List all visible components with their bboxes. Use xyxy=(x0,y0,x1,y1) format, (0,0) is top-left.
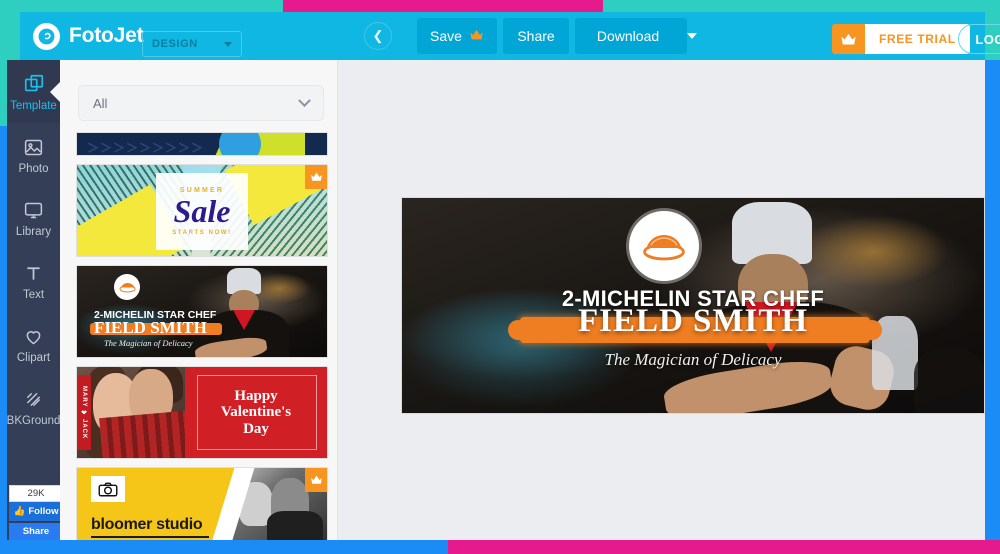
monitor-icon xyxy=(23,197,44,223)
premium-badge xyxy=(305,165,327,189)
facebook-follow-button[interactable]: 👍 Follow xyxy=(9,502,63,521)
sidebar-item-library[interactable]: Library xyxy=(7,186,60,249)
template-thumbnail-summer-sale[interactable]: SUMMER Sale STARTS NOW! xyxy=(76,164,328,257)
template-thumbnail-valentines[interactable]: Happy Valentine's Day MARY ❤ JACK xyxy=(76,366,328,459)
share-button[interactable]: Share xyxy=(503,18,569,54)
page-band-bottom-pink xyxy=(448,540,1000,554)
thumb-red-panel: Happy Valentine's Day xyxy=(185,367,327,458)
facebook-share-button[interactable]: Share xyxy=(9,523,63,540)
design-selector[interactable]: DESIGN xyxy=(142,31,242,57)
thumb-subtitle: The Magician of Delicacy xyxy=(104,338,193,348)
sidebar-item-label: Clipart xyxy=(16,352,51,364)
template-list[interactable]: ＞＞＞＞＞＞＞＞＞ SUMMER Sale STARTS NOW! 2-MICH… xyxy=(76,132,328,540)
workspace[interactable]: 2-MICHELIN STAR CHEF FIELD SMITH The Mag… xyxy=(338,60,985,540)
free-trial-label: FREE TRIAL xyxy=(865,24,970,54)
thumb-name: FIELD SMITH xyxy=(94,318,207,337)
crown-icon xyxy=(469,28,484,44)
template-panel: All ＞＞＞＞＞＞＞＞＞ SUMMER Sale STARTS NOW! 2-… xyxy=(60,60,338,540)
facebook-like-count: 29K xyxy=(9,485,63,502)
save-button-label: Save xyxy=(430,28,462,44)
template-category-value: All xyxy=(93,95,108,111)
canvas-chef-name[interactable]: FIELD SMITH xyxy=(402,303,984,340)
caret-down-icon xyxy=(224,41,232,47)
login-button[interactable]: LOGIN xyxy=(958,24,1000,54)
thumbs-up-icon: 👍 xyxy=(13,506,26,517)
thumb-sushi-logo xyxy=(114,274,140,300)
chevron-left-circle-icon: ❮ xyxy=(372,28,384,43)
sidebar-item-label: Photo xyxy=(18,163,49,175)
canvas-subtitle-text: The Magician of Delicacy xyxy=(604,350,782,369)
thumb-dark-edge xyxy=(305,133,327,155)
template-category-filter[interactable]: All xyxy=(78,85,324,121)
facebook-widget: 29K 👍 Follow Share xyxy=(9,485,63,540)
canvas-subtitle[interactable]: The Magician of Delicacy xyxy=(402,350,984,370)
design-canvas[interactable]: 2-MICHELIN STAR CHEF FIELD SMITH The Mag… xyxy=(402,198,984,413)
facebook-share-label: Share xyxy=(22,526,50,537)
thumb-chevron-row: ＞＞＞＞＞＞＞＞＞ xyxy=(87,141,205,155)
thumb-couple-photo xyxy=(77,367,185,458)
download-button-label: Download xyxy=(596,28,660,44)
page-band-right-blue xyxy=(985,60,1000,540)
premium-badge xyxy=(305,468,327,492)
thumb-text-card: SUMMER Sale STARTS NOW! xyxy=(156,173,248,250)
app-root: FotoJet DESIGN ❮ Save Share Download FRE… xyxy=(0,0,1000,554)
caret-down-icon xyxy=(687,33,698,39)
thumb-studio-name: bloomer studio xyxy=(91,516,203,533)
sidebar-item-label: Library xyxy=(15,226,52,238)
camera-icon xyxy=(91,476,125,502)
app-header: FotoJet DESIGN ❮ Save Share Download FRE… xyxy=(20,12,1000,60)
sushi-icon xyxy=(643,235,685,261)
save-button[interactable]: Save xyxy=(417,18,497,54)
thumb-title: Happy Valentine's Day xyxy=(220,387,292,437)
template-thumbnail-navy-chevron[interactable]: ＞＞＞＞＞＞＞＞＞ xyxy=(76,132,328,156)
thumb-divider xyxy=(91,536,209,538)
page-band-top-pink xyxy=(283,0,603,12)
sidebar-item-clipart[interactable]: Clipart xyxy=(7,312,60,375)
hatch-pattern-icon xyxy=(23,386,44,412)
thumb-name-right: JACK xyxy=(81,419,87,440)
download-dropdown-toggle[interactable] xyxy=(687,33,698,39)
sidebar-item-bkground[interactable]: BKGround xyxy=(7,375,60,438)
template-thumbnail-bloomer-studio[interactable]: bloomer studio CAPTURING GREAT MEMORIES … xyxy=(76,467,328,540)
heart-icon: ❤ xyxy=(81,410,87,418)
template-thumbnail-michelin-chef[interactable]: 2-MICHELIN STAR CHEF FIELD SMITH The Mag… xyxy=(76,265,328,358)
sidebar-item-text[interactable]: Text xyxy=(7,249,60,312)
image-icon xyxy=(23,134,44,160)
sidebar-item-template[interactable]: Template xyxy=(7,60,61,123)
download-button[interactable]: Download xyxy=(575,18,698,54)
canvas-sushi-logo[interactable] xyxy=(629,211,699,281)
layers-icon xyxy=(23,71,45,97)
sidebar-item-label: Text xyxy=(22,289,45,301)
fotojet-swirl-icon xyxy=(33,22,60,50)
thumb-title: Sale xyxy=(173,193,231,229)
back-button[interactable]: ❮ xyxy=(364,22,392,50)
free-trial-button[interactable]: FREE TRIAL xyxy=(832,24,970,54)
design-selector-label: DESIGN xyxy=(152,38,198,50)
heart-icon xyxy=(23,323,44,349)
sidebar-item-photo[interactable]: Photo xyxy=(7,123,60,186)
thumb-name-strip: MARY ❤ JACK xyxy=(77,375,91,450)
text-t-icon xyxy=(23,260,44,286)
sidebar-item-label: BKGround xyxy=(6,415,61,427)
thumb-name-left: MARY xyxy=(81,385,87,408)
sidebar-rail: Template Photo Library Text Clipart BKGr… xyxy=(7,60,61,540)
facebook-follow-label: Follow xyxy=(28,506,59,517)
thumb-blue-circle xyxy=(219,133,261,155)
brand-name: FotoJet xyxy=(69,24,144,47)
canvas-chef-name-text: FIELD SMITH xyxy=(577,303,809,339)
thumb-footer: STARTS NOW! xyxy=(172,230,232,236)
login-label: LOGIN xyxy=(975,31,1000,47)
share-button-label: Share xyxy=(517,28,555,44)
chevron-down-icon xyxy=(298,93,311,107)
crown-icon xyxy=(832,24,865,54)
